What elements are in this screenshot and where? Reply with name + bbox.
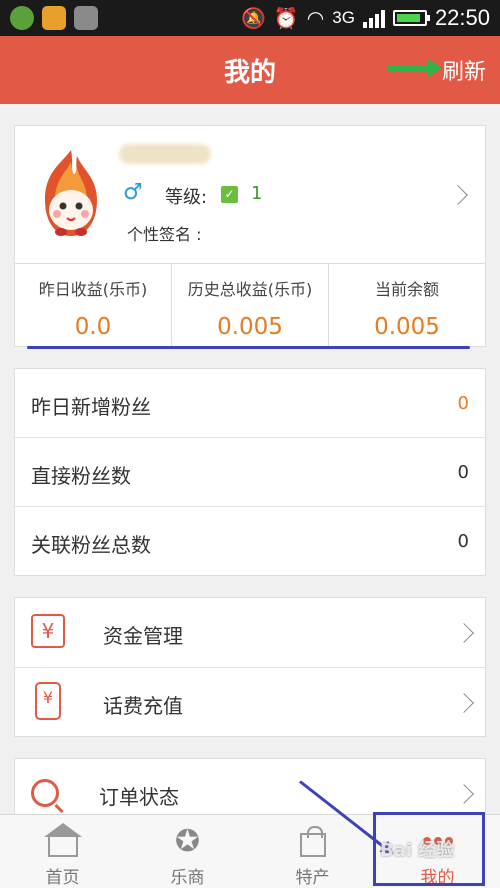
stat-label: 历史总收益(乐币) xyxy=(187,280,313,299)
row-value: 0 xyxy=(457,531,469,552)
watermark: Bai 经验 xyxy=(380,840,455,861)
battery-icon xyxy=(392,10,430,26)
menu-item-phone-recharge[interactable]: ¥ 话费充值 xyxy=(15,668,485,738)
yuan-icon: ¥ xyxy=(31,614,65,648)
male-icon: ♂ xyxy=(123,180,143,205)
profile-card: ♂ 等级: ✓ 1 个性签名 : 昨日收益(乐币) 0.0 历史总收益(乐币) … xyxy=(14,125,486,347)
fans-card: 昨日新增粉丝 0 直接粉丝数 0 关联粉丝总数 0 xyxy=(14,368,486,576)
bag-icon xyxy=(298,826,328,857)
status-bar: 🔕 ⏰ ◠ 3G 22:50 xyxy=(0,0,500,36)
tab-leshang[interactable]: ✪ 乐商 xyxy=(125,815,250,888)
blue-underline-annotation xyxy=(27,346,470,349)
menu-item-label: 话费充值 xyxy=(103,694,183,718)
system-icons: 🔕 ⏰ ◠ 3G 22:50 xyxy=(241,4,490,32)
menu-item-fund-management[interactable]: ¥ 资金管理 xyxy=(15,598,485,668)
row-value: 0 xyxy=(457,393,469,414)
clock: 22:50 xyxy=(434,5,490,30)
earnings-stats: 昨日收益(乐币) 0.0 历史总收益(乐币) 0.005 当前余额 0.005 xyxy=(15,263,485,347)
signature-label: 个性签名 : xyxy=(127,225,202,244)
muted-bell-icon: 🔕 xyxy=(240,6,266,30)
stat-current-balance: 当前余额 0.005 xyxy=(329,264,485,347)
stat-label: 当前余额 xyxy=(374,280,439,299)
tab-label: 乐商 xyxy=(170,868,205,888)
search-icon xyxy=(31,779,59,807)
title-bar: 我的 刷新 xyxy=(0,36,500,104)
row-label: 关联粉丝总数 xyxy=(31,533,151,557)
row-label: 昨日新增粉丝 xyxy=(31,395,151,419)
chevron-right-icon xyxy=(454,693,474,713)
tab-home[interactable]: 首页 xyxy=(0,815,125,888)
level-check-icon: ✓ xyxy=(221,186,238,203)
network-type: 3G xyxy=(332,8,355,27)
app-notification-icon xyxy=(10,6,34,30)
message-notification-icon xyxy=(42,6,66,30)
finance-card: ¥ 资金管理 ¥ 话费充值 xyxy=(14,597,486,737)
fans-row-new: 昨日新增粉丝 0 xyxy=(15,369,485,438)
fans-row-direct: 直接粉丝数 0 xyxy=(15,438,485,507)
image-notification-icon xyxy=(74,6,98,30)
chevron-right-icon xyxy=(448,185,468,205)
stat-total-earnings: 历史总收益(乐币) 0.005 xyxy=(172,264,329,347)
level-value: 1 xyxy=(251,183,263,204)
stat-value: 0.005 xyxy=(217,314,283,340)
signal-icon xyxy=(362,8,385,28)
notification-icons xyxy=(10,6,98,30)
battery-fill xyxy=(396,14,421,22)
chevron-right-icon xyxy=(454,623,474,643)
row-value: 0 xyxy=(457,462,469,483)
menu-item-label: 资金管理 xyxy=(103,624,183,648)
level-label: 等级: xyxy=(165,187,208,208)
chevron-right-icon xyxy=(454,784,474,804)
refresh-button[interactable]: 刷新 xyxy=(442,54,486,86)
stat-yesterday-earnings: 昨日收益(乐币) 0.0 xyxy=(15,264,172,347)
phone-icon: ¥ xyxy=(35,682,61,720)
avatar xyxy=(45,150,97,236)
wifi-icon: ◠ xyxy=(306,6,325,30)
nickname-redacted xyxy=(119,144,211,164)
tab-label: 特产 xyxy=(295,868,330,888)
fans-row-linked: 关联粉丝总数 0 xyxy=(15,507,485,576)
row-label: 直接粉丝数 xyxy=(31,464,131,488)
menu-item-label: 订单状态 xyxy=(99,785,179,809)
stat-value: 0.005 xyxy=(374,314,440,340)
home-icon xyxy=(43,823,82,857)
stat-value: 0.0 xyxy=(74,314,112,340)
stat-label: 昨日收益(乐币) xyxy=(38,280,148,299)
star-icon: ✪ xyxy=(174,824,201,859)
tab-label: 首页 xyxy=(45,868,80,888)
alarm-icon: ⏰ xyxy=(273,6,299,30)
green-arrow-annotation xyxy=(388,59,442,77)
